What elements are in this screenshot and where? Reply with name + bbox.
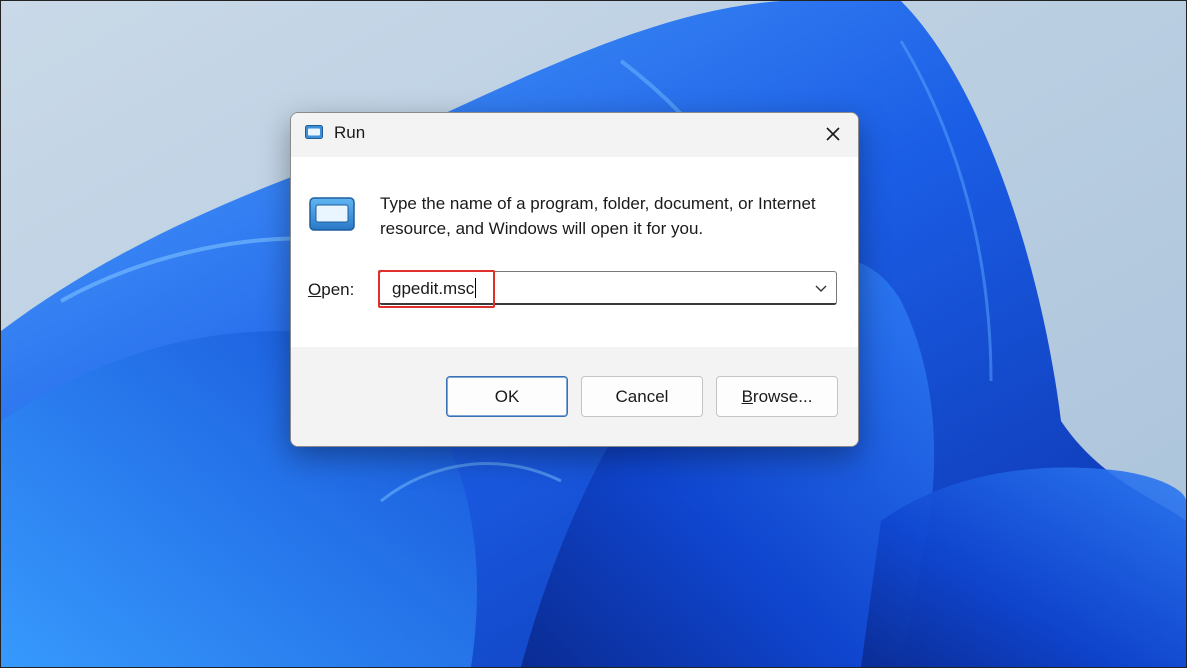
open-label-text: pen:: [321, 280, 355, 299]
browse-button-label: rowse...: [752, 386, 813, 406]
run-app-icon: [305, 125, 323, 139]
open-label-access-key: O: [308, 280, 322, 299]
window-title: Run: [334, 123, 366, 142]
cancel-button-label: Cancel: [615, 386, 669, 406]
browse-access-key: B: [741, 386, 753, 406]
ok-button-label: OK: [494, 386, 520, 406]
desktop: Run Type the name of a program, folder, …: [0, 0, 1187, 668]
close-icon: [826, 127, 840, 141]
browse-button[interactable]: Browse...: [716, 376, 838, 417]
cancel-button[interactable]: Cancel: [581, 376, 703, 417]
open-input-value[interactable]: gpedit.msc: [392, 278, 477, 299]
open-input-text: gpedit.msc: [392, 279, 475, 298]
titlebar: Run: [291, 113, 858, 157]
open-combobox[interactable]: gpedit.msc: [379, 271, 837, 305]
run-dialog: Run Type the name of a program, folder, …: [290, 112, 859, 447]
text-caret: [475, 278, 477, 298]
close-button[interactable]: [808, 113, 858, 155]
chevron-down-icon[interactable]: [814, 281, 828, 295]
dialog-content: Type the name of a program, folder, docu…: [291, 157, 858, 347]
dialog-footer: OK Cancel Browse...: [291, 347, 858, 446]
open-label: Open:: [308, 280, 354, 300]
ok-button[interactable]: OK: [446, 376, 568, 417]
dialog-description: Type the name of a program, folder, docu…: [380, 194, 816, 238]
run-app-icon: [309, 197, 355, 231]
